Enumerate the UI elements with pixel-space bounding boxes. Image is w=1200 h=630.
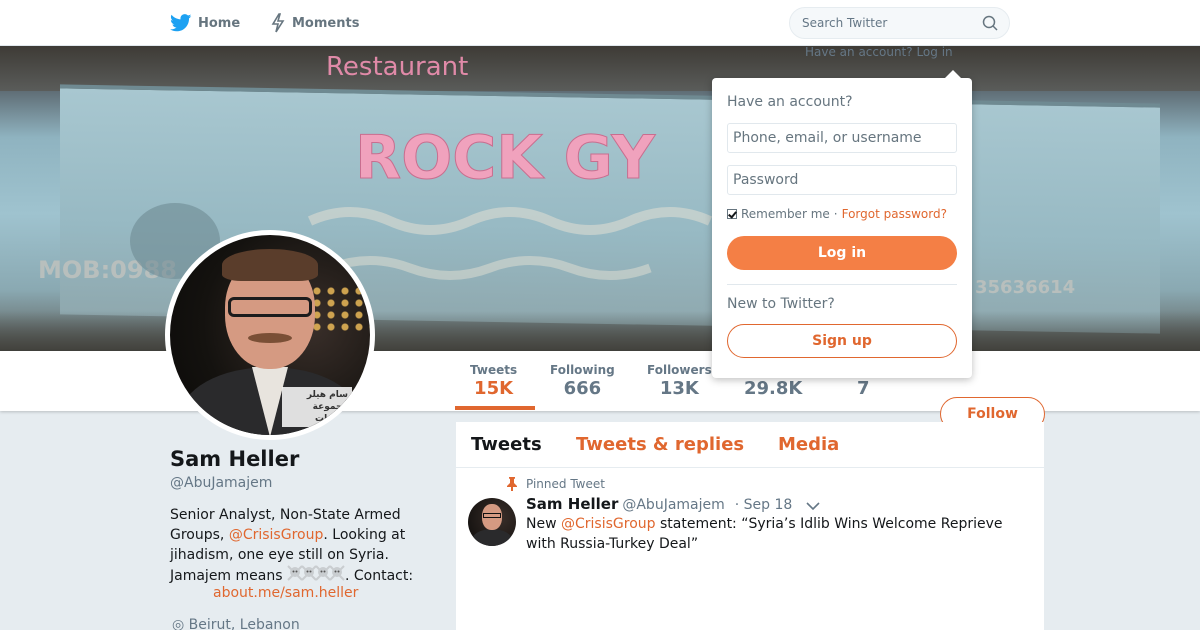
- stat-followers[interactable]: Followers 13K: [647, 363, 712, 399]
- profile-location: ◎ Beirut, Lebanon: [172, 617, 300, 630]
- nav-moments[interactable]: Moments: [270, 0, 359, 46]
- stat-following[interactable]: Following 666: [550, 363, 615, 399]
- signup-button[interactable]: Sign up: [727, 324, 957, 358]
- forgot-password-link[interactable]: Forgot password?: [842, 207, 947, 221]
- dropdown-divider: [727, 284, 957, 285]
- banner-text-phone: 35636614: [975, 277, 1075, 298]
- login-dropdown: Have an account? Remember me · Forgot pa…: [712, 78, 972, 378]
- top-navigation-bar: Home Moments: [0, 0, 1200, 46]
- nav-home[interactable]: Home: [170, 0, 240, 46]
- search-box: [789, 7, 1010, 39]
- pinned-tweet-text: Pinned Tweet: [526, 477, 605, 491]
- active-stat-underline: [455, 406, 535, 410]
- profile-bio: Senior Analyst, Non-State Armed Groups, …: [170, 505, 425, 587]
- tweet-author-handle[interactable]: @AbuJamajem: [622, 497, 724, 513]
- tweet-author-name[interactable]: Sam Heller: [526, 495, 618, 513]
- stat-value: 666: [563, 378, 602, 399]
- lightning-icon: [271, 13, 285, 33]
- avatar-mustache: [248, 333, 292, 343]
- banner-text-restaurant: Restaurant: [326, 52, 468, 82]
- skull-crossbones-emoji-icons: [287, 565, 345, 587]
- search-input[interactable]: [790, 8, 970, 38]
- stat-tweets[interactable]: Tweets 15K: [470, 363, 517, 399]
- remember-me-checkbox[interactable]: [727, 209, 737, 219]
- bio-text: . Contact:: [344, 568, 414, 584]
- profile-avatar[interactable]: سام هيلر مجموعة الأزمات: [165, 230, 375, 440]
- login-header: Have an account? Log in: [805, 45, 953, 59]
- tab-media[interactable]: Media: [778, 434, 839, 455]
- new-to-twitter-label: New to Twitter?: [727, 296, 835, 312]
- password-field[interactable]: [727, 165, 957, 195]
- location-pin-icon: ◎: [172, 617, 185, 630]
- username-field[interactable]: [727, 123, 957, 153]
- tweet-header: Sam Heller @AbuJamajem · Sep 18: [526, 495, 792, 513]
- profile-handle[interactable]: @AbuJamajem: [170, 475, 272, 491]
- stat-value: 7: [857, 378, 870, 399]
- tweet-text-part: New: [526, 516, 561, 532]
- nav-home-label: Home: [198, 15, 241, 31]
- dropdown-arrow: [944, 70, 962, 79]
- bio-mention-link[interactable]: @CrisisGroup: [229, 527, 324, 543]
- tab-tweets-and-replies[interactable]: Tweets & replies: [576, 434, 744, 455]
- pin-icon: [507, 477, 517, 491]
- location-text: Beirut, Lebanon: [188, 617, 300, 630]
- avatar-hair: [222, 249, 318, 281]
- remember-me-row: Remember me · Forgot password?: [727, 207, 947, 221]
- stat-value: 13K: [659, 378, 699, 399]
- stat-label: Following: [550, 363, 615, 377]
- profile-name[interactable]: Sam Heller: [170, 447, 299, 471]
- tweet-mention-link[interactable]: @CrisisGroup: [561, 516, 656, 532]
- remember-me-label[interactable]: Remember me: [741, 207, 830, 221]
- stat-value: 15K: [474, 378, 514, 399]
- stat-label: Tweets: [470, 363, 518, 377]
- nav-moments-label: Moments: [292, 15, 360, 31]
- stat-label: Followers: [647, 363, 712, 377]
- twitter-bird-icon: [170, 14, 192, 32]
- avatar-glasses: [228, 297, 312, 317]
- tweet-avatar[interactable]: [468, 498, 516, 546]
- avatar-city-lights: [310, 285, 370, 335]
- chevron-down-icon[interactable]: [806, 501, 820, 511]
- pinned-tweet-label: Pinned Tweet: [506, 477, 605, 491]
- login-header-text: Have an account?: [805, 45, 913, 59]
- login-dropdown-title: Have an account?: [727, 94, 853, 110]
- login-button[interactable]: Log in: [727, 236, 957, 270]
- timeline-tabs: Tweets Tweets & replies Media: [456, 422, 1044, 468]
- tab-tweets[interactable]: Tweets: [471, 434, 542, 455]
- tweet-timestamp[interactable]: · Sep 18: [735, 497, 793, 513]
- avatar-caption-line1: سام هيلر: [306, 390, 348, 400]
- stat-value: 29.8K: [744, 378, 803, 399]
- login-header-link[interactable]: Log in: [916, 45, 952, 59]
- tweet-text: New @CrisisGroup statement: “Syria’s Idl…: [526, 514, 1026, 554]
- banner-text-sign: ROCK GY: [355, 123, 657, 193]
- timeline: Tweets Tweets & replies Media Pinned Twe…: [456, 422, 1044, 630]
- avatar-caption: سام هيلر مجموعة الأزمات: [282, 387, 352, 428]
- avatar-caption-line2: مجموعة الأزمات: [312, 402, 348, 425]
- search-icon[interactable]: [982, 15, 998, 31]
- remember-forgot-separator: ·: [833, 207, 838, 221]
- profile-website-link[interactable]: about.me/sam.heller: [213, 585, 358, 601]
